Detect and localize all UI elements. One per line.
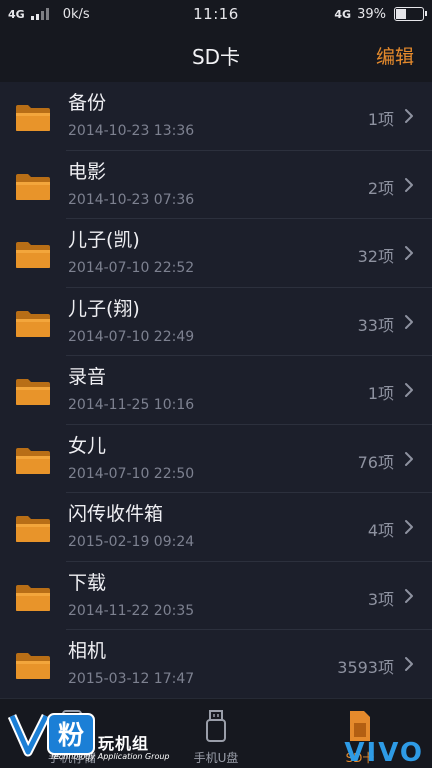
folder-row[interactable]: 儿子(凯) 2014-07-10 22:52 32项 — [0, 219, 432, 288]
folder-name: 相机 — [68, 640, 107, 662]
folder-text: 女儿 2014-07-10 22:50 — [68, 433, 194, 482]
folder-item-count: 76项 — [357, 452, 394, 472]
folder-text: 备份 2014-10-23 13:36 — [68, 90, 194, 139]
status-bar: 4G 0k/s 11:16 4G 39% — [0, 0, 432, 28]
vivo-logo: VIVO — [344, 738, 424, 768]
folder-name: 录音 — [68, 366, 107, 388]
chevron-right-icon — [405, 657, 413, 671]
folder-name: 备份 — [68, 92, 107, 114]
chevron-right-icon — [405, 109, 413, 123]
folder-item-count: 4项 — [367, 521, 394, 540]
folder-row[interactable]: 儿子(翔) 2014-07-10 22:49 33项 — [0, 288, 432, 357]
folder-item-count: 1项 — [367, 384, 394, 403]
folder-row[interactable]: 相机 2015-03-12 17:47 3593项 — [0, 630, 432, 699]
folder-list: 备份 2014-10-23 13:36 1项 电影 2014-10-23 07:… — [0, 82, 432, 699]
chevron-right-icon — [405, 314, 413, 329]
folder-icon — [16, 242, 50, 268]
folder-date: 2014-10-23 07:36 — [68, 191, 195, 208]
folder-date: 2014-07-10 22:49 — [68, 328, 195, 345]
folder-text: 相机 2015-03-12 17:47 — [68, 638, 194, 687]
folder-date: 2014-07-10 22:52 — [68, 260, 195, 276]
folder-item-count: 1项 — [367, 110, 394, 129]
page-title: SD卡 — [191, 44, 241, 69]
folder-name: 电影 — [68, 160, 107, 183]
folder-text: 儿子(翔) 2014-07-10 22:49 — [68, 296, 194, 345]
folder-icon — [16, 310, 50, 337]
status-right: 4G 39% — [274, 6, 427, 22]
folder-row[interactable]: 闪传收件箱 2015-02-19 09:24 4项 — [0, 493, 432, 562]
clock: 11:16 — [193, 5, 239, 23]
folder-item-count: 3593项 — [337, 658, 394, 677]
folder-date: 2015-03-12 17:47 — [68, 671, 195, 687]
folder-text: 电影 2014-10-23 07:36 — [68, 159, 194, 208]
svg-text:粉: 粉 — [58, 721, 84, 751]
usb-drive-icon — [206, 710, 226, 742]
folder-item-count: 3项 — [367, 589, 394, 609]
edit-button[interactable]: 编辑 — [376, 42, 414, 69]
status-left: 4G 0k/s — [8, 7, 158, 22]
battery-percent: 39% — [357, 6, 386, 22]
watermark-subtitle: Technology Application Group — [50, 752, 170, 761]
folder-name: 儿子(凯) — [68, 229, 140, 251]
folder-date: 2014-11-22 20:35 — [68, 602, 195, 619]
folder-icon — [16, 105, 50, 131]
folder-item-count: 32项 — [357, 247, 394, 266]
folder-row[interactable]: 电影 2014-10-23 07:36 2项 — [0, 151, 432, 220]
folder-icon — [16, 379, 50, 405]
folder-name: 女儿 — [68, 434, 107, 457]
folder-date: 2015-02-19 09:24 — [68, 534, 195, 550]
chevron-right-icon — [405, 383, 413, 397]
folder-icon — [16, 584, 50, 611]
folder-row[interactable]: 备份 2014-10-23 13:36 1项 — [0, 82, 432, 151]
folder-icon — [16, 653, 50, 679]
folder-name: 儿子(翔) — [68, 297, 140, 320]
folder-text: 儿子(凯) 2014-07-10 22:52 — [68, 227, 194, 276]
folder-date: 2014-11-25 10:16 — [68, 397, 195, 413]
battery-icon — [394, 7, 427, 21]
chevron-right-icon — [405, 588, 413, 603]
folder-item-count: 2项 — [367, 178, 394, 198]
folder-icon — [16, 516, 50, 542]
network-type: 4G — [8, 7, 25, 21]
network-type-right: 4G — [334, 7, 352, 21]
chevron-right-icon — [405, 177, 413, 192]
folder-icon — [16, 173, 50, 200]
watermark-brand: 玩机组 — [98, 734, 150, 753]
folder-text: 下载 2014-11-22 20:35 — [68, 570, 194, 619]
folder-row[interactable]: 女儿 2014-07-10 22:50 76项 — [0, 425, 432, 494]
folder-row[interactable]: 下载 2014-11-22 20:35 3项 — [0, 562, 432, 631]
network-speed: 0k/s — [62, 6, 90, 22]
folder-date: 2014-07-10 22:50 — [68, 465, 195, 482]
folder-text: 录音 2014-11-25 10:16 — [68, 364, 194, 413]
header: SD卡 编辑 — [0, 28, 432, 82]
folder-name: 闪传收件箱 — [68, 503, 164, 525]
folder-name: 下载 — [68, 571, 107, 594]
chevron-right-icon — [405, 246, 413, 260]
chevron-right-icon — [405, 520, 413, 534]
folder-date: 2014-10-23 13:36 — [68, 123, 195, 139]
folder-icon — [16, 447, 50, 474]
chevron-right-icon — [405, 451, 413, 466]
folder-item-count: 33项 — [357, 315, 394, 335]
signal-icon — [30, 8, 49, 20]
folder-text: 闪传收件箱 2015-02-19 09:24 — [68, 501, 194, 550]
folder-row[interactable]: 录音 2014-11-25 10:16 1项 — [0, 356, 432, 425]
